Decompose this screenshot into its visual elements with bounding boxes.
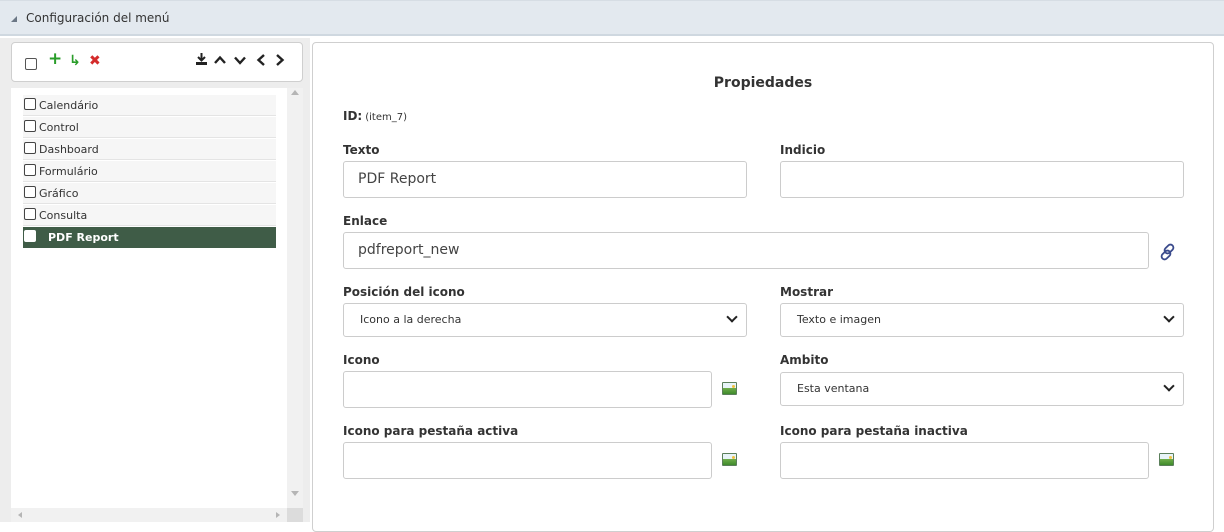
- item-checkbox[interactable]: [24, 98, 36, 110]
- link-icon[interactable]: [1157, 241, 1179, 263]
- tree-toolbar: + ↳ ✖: [11, 42, 303, 82]
- tree-item-label: Calendário: [39, 99, 99, 112]
- tree-item-grafico[interactable]: Gráfico: [23, 183, 276, 204]
- delete-icon[interactable]: ✖: [89, 53, 101, 69]
- item-checkbox[interactable]: [24, 208, 36, 220]
- scroll-down-icon[interactable]: [291, 491, 299, 496]
- image-picker-icon[interactable]: [722, 382, 737, 395]
- menu-tree: Calendário Control Dashboard Formulário …: [11, 88, 287, 508]
- indicio-input[interactable]: [780, 161, 1184, 198]
- texto-label: Texto: [343, 143, 380, 157]
- move-left-icon[interactable]: [255, 53, 267, 71]
- item-checkbox[interactable]: [24, 164, 36, 176]
- vertical-scrollbar[interactable]: [287, 88, 303, 508]
- texto-input[interactable]: PDF Report: [343, 161, 747, 198]
- horizontal-scrollbar[interactable]: [11, 508, 287, 522]
- enlace-input[interactable]: pdfreport_new: [343, 232, 1149, 269]
- item-id: ID: (item_7): [343, 109, 407, 123]
- posicion-icono-label: Posición del icono: [343, 285, 465, 299]
- download-icon[interactable]: [195, 52, 208, 70]
- tree-item-consulta[interactable]: Consulta: [23, 205, 276, 226]
- section-header[interactable]: Configuración del menú: [0, 0, 1224, 36]
- tree-item-calendario[interactable]: Calendário: [23, 95, 276, 116]
- id-value: (item_7): [365, 112, 407, 123]
- item-checkbox[interactable]: [24, 186, 36, 198]
- move-up-icon[interactable]: [213, 53, 227, 71]
- scrollbar-corner: [287, 508, 303, 522]
- tree-item-label: Consulta: [39, 209, 88, 222]
- tree-item-control[interactable]: Control: [23, 117, 276, 138]
- move-right-icon[interactable]: [274, 53, 286, 71]
- chevron-down-icon: [1163, 380, 1175, 392]
- tree-item-label: Gráfico: [39, 187, 79, 200]
- tree-item-dashboard[interactable]: Dashboard: [23, 139, 276, 160]
- add-subitem-icon[interactable]: ↳: [69, 53, 81, 69]
- icono-inactiva-label: Icono para pestaña inactiva: [780, 424, 968, 438]
- scroll-left-icon[interactable]: [18, 512, 22, 518]
- image-picker-icon[interactable]: [1159, 453, 1174, 466]
- icono-inactiva-input[interactable]: [780, 442, 1149, 479]
- item-checkbox[interactable]: [24, 230, 36, 242]
- section-title: Configuración del menú: [26, 11, 170, 25]
- ambito-select[interactable]: Esta ventana: [780, 372, 1184, 406]
- mostrar-select[interactable]: Texto e imagen: [780, 303, 1184, 337]
- icono-input[interactable]: [343, 371, 712, 408]
- select-all-checkbox[interactable]: [25, 58, 37, 70]
- collapse-triangle-icon[interactable]: [11, 16, 17, 22]
- tree-item-label: Formulário: [39, 165, 98, 178]
- chevron-down-icon: [726, 311, 738, 323]
- indicio-label: Indicio: [780, 143, 826, 157]
- panel-title: Propiedades: [713, 75, 813, 91]
- posicion-icono-value: Icono a la derecha: [360, 313, 462, 326]
- tree-item-label: Control: [39, 121, 79, 134]
- image-picker-icon[interactable]: [722, 453, 737, 466]
- add-icon[interactable]: +: [48, 51, 62, 68]
- mostrar-value: Texto e imagen: [797, 313, 881, 326]
- scroll-right-icon[interactable]: [276, 512, 280, 518]
- tree-item-pdf-report[interactable]: PDF Report: [23, 227, 276, 248]
- item-checkbox[interactable]: [24, 142, 36, 154]
- icono-activa-input[interactable]: [343, 442, 712, 479]
- tree-item-label: Dashboard: [39, 143, 99, 156]
- properties-panel: Propiedades ID: (item_7) Texto PDF Report…: [312, 42, 1214, 532]
- tree-item-label: PDF Report: [48, 231, 119, 244]
- scroll-up-icon[interactable]: [291, 90, 299, 95]
- icono-label: Icono: [343, 353, 380, 367]
- id-label: ID:: [343, 109, 363, 123]
- ambito-label: Ambito: [780, 353, 829, 367]
- mostrar-label: Mostrar: [780, 285, 833, 299]
- icono-activa-label: Icono para pestaña activa: [343, 424, 519, 438]
- menu-tree-panel: + ↳ ✖ Calendário Control Dashboard Formu…: [0, 38, 310, 522]
- posicion-icono-select[interactable]: Icono a la derecha: [343, 303, 747, 337]
- ambito-value: Esta ventana: [797, 382, 870, 395]
- move-down-icon[interactable]: [233, 53, 247, 71]
- enlace-label: Enlace: [343, 214, 388, 228]
- tree-item-formulario[interactable]: Formulário: [23, 161, 276, 182]
- chevron-down-icon: [1163, 311, 1175, 323]
- item-checkbox[interactable]: [24, 120, 36, 132]
